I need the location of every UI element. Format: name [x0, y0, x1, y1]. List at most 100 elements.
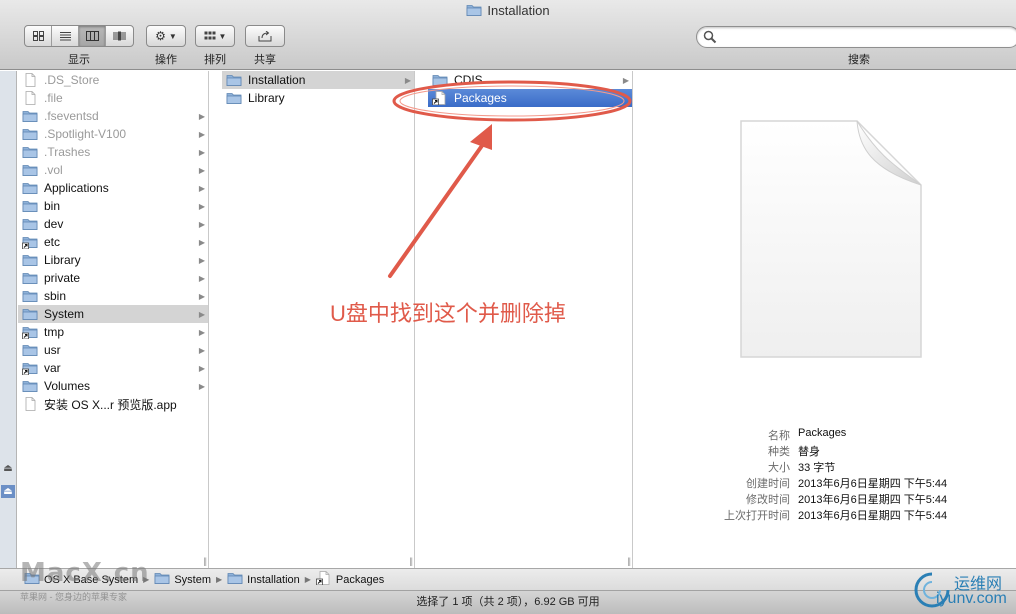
list-item[interactable]: CDIS ▶	[428, 71, 632, 89]
list-item-label: Applications	[44, 181, 109, 195]
list-item-label: .vol	[44, 163, 63, 177]
list-item-label: Packages	[454, 91, 507, 105]
eject-icon[interactable]: ⏏	[1, 462, 15, 475]
list-item[interactable]: etc ▶	[18, 233, 208, 251]
breadcrumb-item[interactable]: Installation	[227, 571, 300, 588]
column-root[interactable]: 安装 OS X...r 预览版.app Volumes ▶ var ▶ usr ▶ tmp ▶ S…	[18, 71, 209, 568]
disclosure-arrow-icon: ▶	[198, 291, 206, 301]
coverflow-view-button[interactable]	[106, 26, 133, 46]
list-item-label: .Spotlight-V100	[44, 127, 127, 141]
list-item-label: tmp	[44, 325, 65, 339]
list-item-label: bin	[44, 199, 61, 213]
folder-icon	[227, 571, 243, 588]
status-bar: 选择了 1 项（共 2 项），6.92 GB 可用	[0, 590, 1016, 614]
column-resize-handle[interactable]: ||	[409, 556, 413, 566]
disclosure-arrow-icon: ▶	[622, 75, 630, 85]
window-title: Installation	[0, 3, 1016, 20]
list-item[interactable]: Library	[222, 89, 414, 107]
preview-pane: 名称 Packages 种类 替身 大小 33 字节 创建时间 2013年6月6日星期四 下午…	[633, 71, 1016, 568]
disclosure-arrow-icon: ▶	[198, 309, 206, 319]
list-item-label: .Trashes	[44, 145, 91, 159]
info-value: 2013年6月6日星期四 下午5:44	[798, 494, 948, 506]
breadcrumb-label: Packages	[335, 573, 385, 586]
info-key: 修改时间	[746, 494, 790, 506]
disclosure-arrow-icon: ▶	[198, 273, 206, 283]
folder-icon	[466, 3, 482, 20]
info-key: 种类	[768, 446, 790, 458]
column-resize-handle[interactable]: ||	[203, 556, 207, 566]
folder-icon	[22, 289, 38, 303]
action-label: 操作	[155, 54, 177, 66]
disclosure-arrow-icon: ▶	[198, 147, 206, 157]
search-icon	[703, 30, 717, 44]
list-item[interactable]: Packages	[428, 89, 632, 107]
column-view-icon	[85, 31, 99, 41]
chevron-down-icon: ▼	[218, 31, 227, 41]
list-item[interactable]: .file	[18, 89, 208, 107]
search-input[interactable]	[721, 30, 1001, 44]
list-item[interactable]: .fseventsd ▶	[18, 107, 208, 125]
alias-icon	[22, 325, 38, 339]
search-field[interactable]	[696, 26, 1016, 48]
list-item[interactable]: .vol ▶	[18, 161, 208, 179]
view-group: 显示	[24, 25, 134, 67]
document-preview-icon	[740, 120, 922, 358]
list-item[interactable]: dev ▶	[18, 215, 208, 233]
list-item-label: .DS_Store	[44, 73, 100, 87]
info-value: 2013年6月6日星期四 下午5:44	[798, 478, 948, 490]
chevron-down-icon: ▼	[168, 31, 177, 41]
list-item-label: Library	[44, 253, 81, 267]
list-item[interactable]: Applications ▶	[18, 179, 208, 197]
list-item[interactable]: bin ▶	[18, 197, 208, 215]
folder-icon	[22, 217, 38, 231]
list-item[interactable]: 安装 OS X...r 预览版.app	[18, 395, 208, 413]
disclosure-arrow-icon: ▶	[198, 111, 206, 121]
watermark-url: iyunv.com	[936, 590, 1007, 607]
action-button[interactable]: ⚙ ▼	[146, 25, 186, 47]
disclosure-arrow-icon: ▶	[198, 129, 206, 139]
watermark-sub-left: 苹果网 - 您身边的苹果专家	[20, 592, 127, 602]
disclosure-arrow-icon: ▶	[198, 165, 206, 175]
eject-icon-selected[interactable]: ⏏	[1, 485, 15, 498]
folder-icon	[22, 145, 38, 159]
list-item[interactable]: .Spotlight-V100 ▶	[18, 125, 208, 143]
folder-icon	[22, 109, 38, 123]
status-text: 选择了 1 项（共 2 项），6.92 GB 可用	[416, 596, 600, 608]
list-item[interactable]: .DS_Store	[18, 71, 208, 89]
list-item[interactable]: private ▶	[18, 269, 208, 287]
list-item-label: .fseventsd	[44, 109, 99, 123]
list-item[interactable]: Volumes ▶	[18, 377, 208, 395]
list-item[interactable]: tmp ▶	[18, 323, 208, 341]
list-item-label: var	[44, 361, 61, 375]
list-item[interactable]: usr ▶	[18, 341, 208, 359]
info-key: 上次打开时间	[724, 510, 790, 522]
toolbar: Installation 显示 ⚙ ▼ 操作 ▼ 排列 共享 搜索	[0, 0, 1016, 70]
share-button[interactable]	[245, 25, 285, 47]
alias-icon	[316, 571, 332, 588]
list-item[interactable]: var ▶	[18, 359, 208, 377]
list-item-label: sbin	[44, 289, 67, 303]
action-group: ⚙ ▼ 操作	[146, 25, 186, 67]
info-value: 33 字节	[798, 462, 836, 474]
icon-view-button[interactable]	[25, 26, 52, 46]
disclosure-arrow-icon: ▶	[198, 363, 206, 373]
list-view-icon	[59, 32, 71, 41]
breadcrumb-item[interactable]: Packages	[316, 571, 384, 588]
list-item[interactable]: .Trashes ▶	[18, 143, 208, 161]
view-label: 显示	[68, 54, 90, 66]
list-item[interactable]: Library ▶	[18, 251, 208, 269]
list-view-button[interactable]	[52, 26, 79, 46]
column-view-button[interactable]	[79, 26, 106, 46]
folder-icon	[22, 163, 38, 177]
list-item[interactable]: sbin ▶	[18, 287, 208, 305]
arrange-button[interactable]: ▼	[195, 25, 235, 47]
folder-icon	[22, 307, 38, 321]
column-resize-handle[interactable]: ||	[627, 556, 631, 566]
window-title-text: Installation	[487, 3, 550, 18]
list-item-label: Installation	[248, 73, 306, 87]
list-item[interactable]: Installation ▶	[222, 71, 414, 89]
view-segmented-control	[24, 25, 134, 47]
disclosure-arrow-icon: ▶	[198, 345, 206, 355]
list-item[interactable]: System ▶	[18, 305, 208, 323]
breadcrumb-item[interactable]: System	[154, 571, 211, 588]
